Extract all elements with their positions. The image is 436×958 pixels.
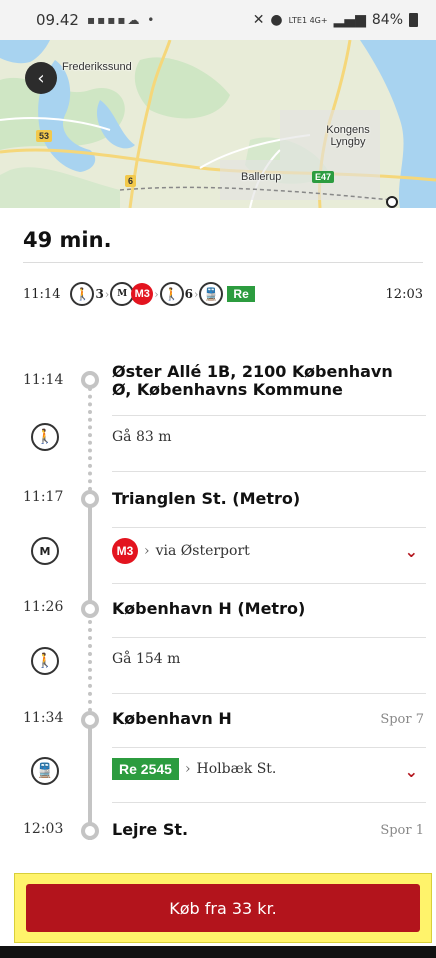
status-right: ✕ ● LTE1 4G+ ▂▄▆ 84% <box>253 12 418 28</box>
route-map[interactable]: ‹ Frederikssund Kongens Lyngby Ballerup … <box>0 40 436 208</box>
divider <box>112 583 426 584</box>
stop-name[interactable]: Øster Allé 1B, 2100 København Ø, Københa… <box>112 363 402 399</box>
chevron-right-icon: › <box>184 761 191 777</box>
stop-node <box>81 822 99 840</box>
mute-icon: ✕ <box>252 12 265 28</box>
stop-time: 11:26 <box>23 599 64 615</box>
leg-metro[interactable]: M3 › via Østerport <box>112 538 250 564</box>
status-time: 09.42 <box>36 11 79 29</box>
divider <box>112 747 426 748</box>
signal-text: LTE1 4G+ <box>288 15 328 25</box>
divider <box>112 471 426 472</box>
leg-text: Gå 154 m <box>112 651 181 667</box>
walk-icon: 🚶 <box>31 647 59 675</box>
stop-name[interactable]: København H (Metro) <box>112 600 412 618</box>
walk2-minutes: 6 <box>184 287 193 301</box>
metro-line-badge: M3 <box>112 538 138 564</box>
chevron-left-icon: ‹ <box>37 67 45 89</box>
leg-walk-distance: Gå 83 m <box>112 429 172 445</box>
map-label-kongens-lyngby: Kongens Lyngby <box>326 124 370 148</box>
road-badge-6: 6 <box>125 175 137 187</box>
stop-node <box>81 600 99 618</box>
leg-text: via Østerport <box>155 543 250 559</box>
road-badge-53: 53 <box>36 130 53 142</box>
battery-icon <box>409 13 418 27</box>
system-nav-bar <box>0 946 436 958</box>
road-badge-e47: E47 <box>312 171 335 183</box>
journey-summary: 11:14 🚶 3 › M M3 › 🚶 6 › 🚆 Re 12:03 <box>23 276 423 312</box>
stop-time: 11:17 <box>23 489 64 505</box>
metro-connector <box>88 500 92 602</box>
stop-time: 11:14 <box>23 372 64 388</box>
summary-end-time: 12:03 <box>385 286 423 302</box>
location-icon: ● <box>270 12 283 28</box>
chevron-right-icon: › <box>194 287 199 301</box>
chevron-right-icon: › <box>104 287 110 301</box>
walk-icon: 🚶 <box>31 423 59 451</box>
walk-icon: 🚶 <box>159 282 184 306</box>
walk-icon: 🚶 <box>70 282 95 306</box>
train-icon: 🚆 <box>199 282 224 306</box>
walk1-minutes: 3 <box>95 287 104 301</box>
buy-bar: Køb fra 33 kr. <box>14 873 432 943</box>
metro-icon: M <box>31 537 59 565</box>
leg-walk-distance: Gå 154 m <box>112 651 180 667</box>
walk-connector <box>88 387 92 491</box>
leg-train[interactable]: Re 2545 › Holbæk St. <box>112 758 276 780</box>
track-number: Spor 1 <box>380 823 424 838</box>
expand-chevron-icon[interactable]: ⌄ <box>405 542 418 561</box>
buy-ticket-button[interactable]: Køb fra 33 kr. <box>26 884 420 932</box>
train-line-badge: Re 2545 <box>112 758 179 780</box>
leg-text: Holbæk St. <box>196 761 277 777</box>
track-number: Spor 7 <box>380 712 424 727</box>
stop-node <box>81 490 99 508</box>
stop-node <box>81 711 99 729</box>
train-icon: 🚆 <box>31 757 59 785</box>
walk-connector <box>88 612 92 712</box>
leg-text: Gå 83 m <box>112 429 172 445</box>
map-label-frederikssund: Frederikssund <box>62 61 132 73</box>
signal-icon: ▂▄▆ <box>333 12 366 28</box>
back-button[interactable]: ‹ <box>25 62 57 94</box>
divider <box>112 527 426 528</box>
journey-timeline: 11:14 Øster Allé 1B, 2100 København Ø, K… <box>0 355 436 875</box>
stop-node <box>81 371 99 389</box>
status-bar: 09.42 ▪▪▪▪☁ • ✕ ● LTE1 4G+ ▂▄▆ 84% <box>0 0 436 40</box>
divider <box>112 637 426 638</box>
map-label-ballerup: Ballerup <box>241 171 282 183</box>
journey-duration: 49 min. <box>23 228 112 252</box>
summary-start-time: 11:14 <box>23 286 61 302</box>
divider <box>112 415 426 416</box>
chevron-right-icon: › <box>144 543 150 559</box>
divider <box>112 802 426 803</box>
stop-name[interactable]: København H <box>112 710 412 728</box>
battery-text: 84% <box>371 12 403 28</box>
stop-name[interactable]: Trianglen St. (Metro) <box>112 490 412 508</box>
stop-time: 12:03 <box>23 821 64 837</box>
train-line-badge: Re <box>227 286 255 302</box>
stop-time: 11:34 <box>23 710 64 726</box>
chevron-right-icon: › <box>154 287 159 301</box>
divider <box>23 262 423 263</box>
notification-icons: ▪▪▪▪☁ • <box>86 13 157 27</box>
divider <box>112 693 426 694</box>
stop-name[interactable]: Lejre St. <box>112 821 412 839</box>
metro-line-badge: M3 <box>131 283 154 305</box>
expand-chevron-icon[interactable]: ⌄ <box>405 762 418 781</box>
